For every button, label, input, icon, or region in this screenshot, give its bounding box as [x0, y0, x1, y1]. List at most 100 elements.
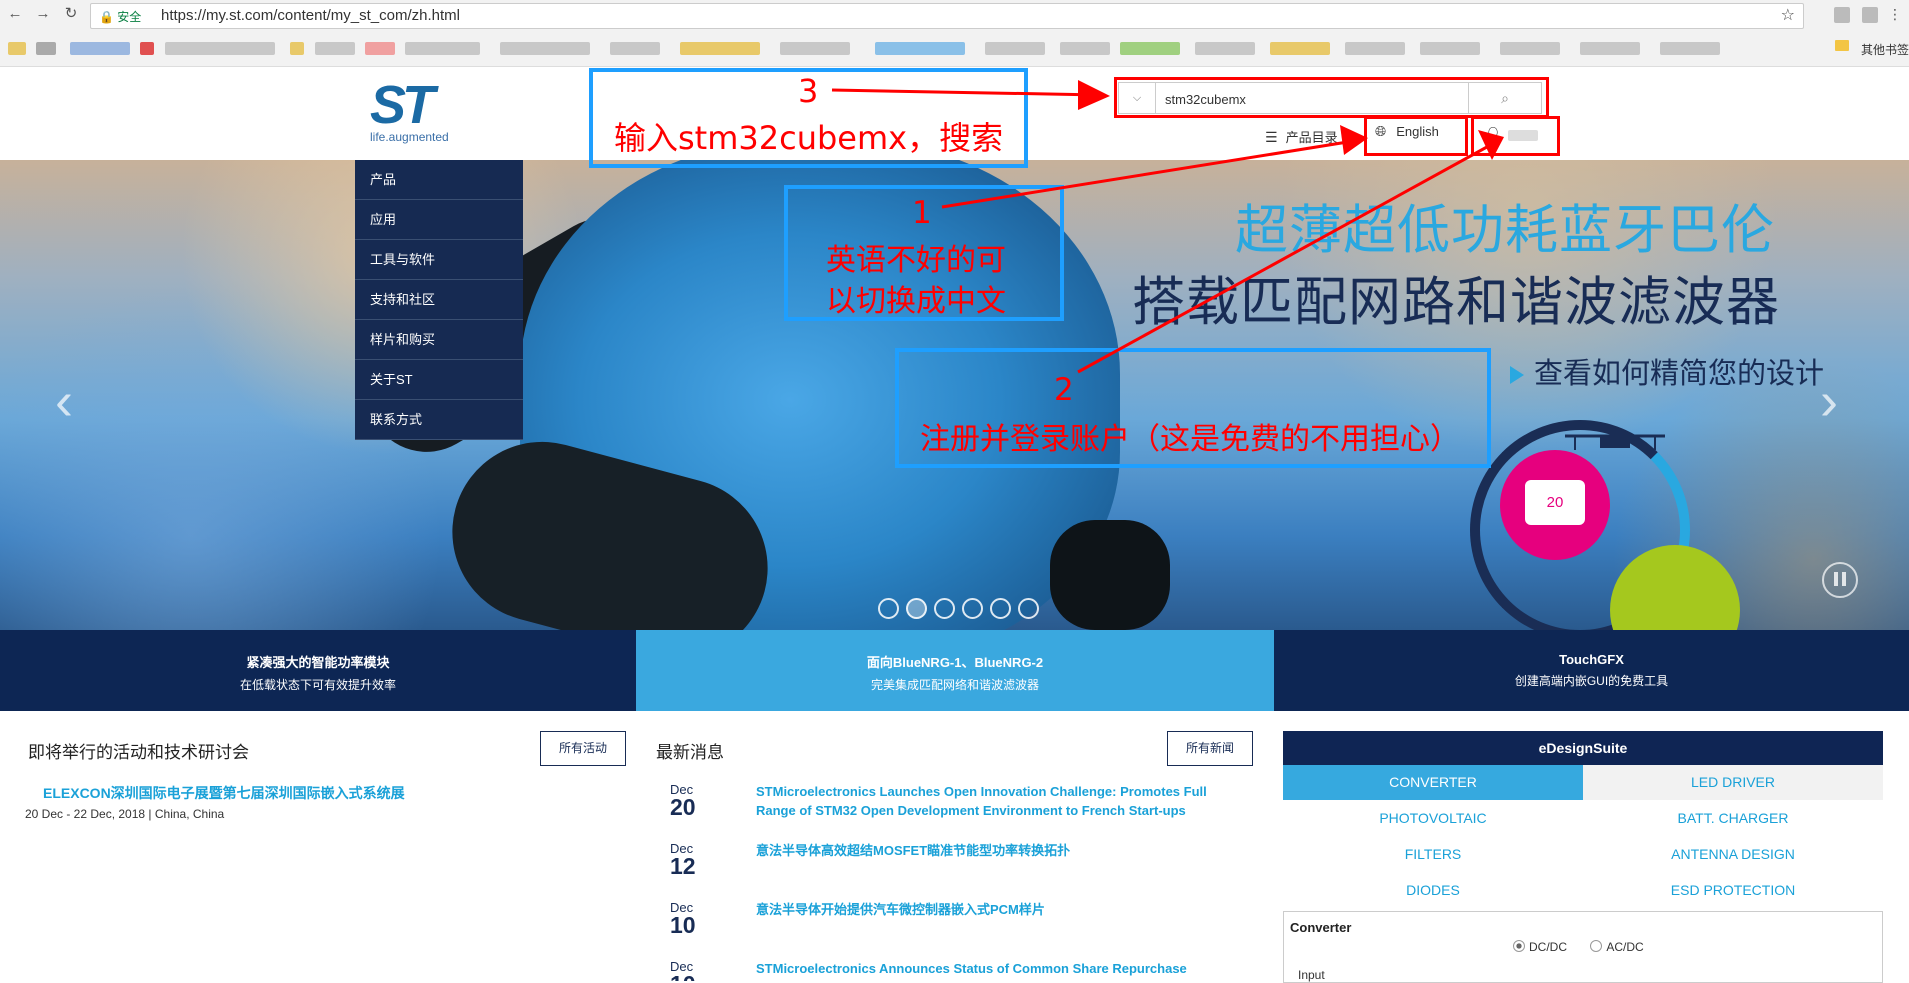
- annotation-language-highlight: [1364, 116, 1468, 156]
- tab-converter[interactable]: CONVERTER: [1283, 765, 1583, 800]
- carousel-dot[interactable]: [906, 598, 927, 619]
- bookmark-item[interactable]: [985, 42, 1045, 55]
- carousel-dot[interactable]: [934, 598, 955, 619]
- st-logo[interactable]: ST life.augmented: [370, 75, 470, 146]
- sliders-icon: ☰: [1265, 129, 1278, 145]
- event-link[interactable]: ELEXCON深圳国际电子展暨第七届深圳国际嵌入式系统展: [43, 783, 405, 803]
- event-meta: 20 Dec - 22 Dec, 2018 | China, China: [25, 807, 225, 821]
- edesignsuite-panel: eDesignSuite CONVERTER LED DRIVER PHOTOV…: [1283, 731, 1883, 983]
- bookmark-item[interactable]: [1500, 42, 1560, 55]
- bookmark-item[interactable]: [1345, 42, 1405, 55]
- bookmarks-bar: [0, 36, 1909, 62]
- bookmark-item[interactable]: [680, 42, 760, 55]
- bookmark-star-icon[interactable]: ☆: [1781, 5, 1795, 25]
- carousel-dot[interactable]: [990, 598, 1011, 619]
- bookmark-item[interactable]: [8, 42, 26, 55]
- news-link[interactable]: STMicroelectronics Launches Open Innovat…: [756, 782, 1216, 820]
- back-icon[interactable]: ←: [6, 5, 24, 23]
- logo-tagline: life.augmented: [370, 130, 449, 144]
- bookmark-item[interactable]: [1270, 42, 1330, 55]
- annotation-step3-text: 输入stm32cubemx，搜索: [614, 119, 1004, 157]
- news-day: 20: [670, 794, 696, 820]
- promo-subtitle: 创建高端内嵌GUI的免费工具: [1514, 674, 1669, 688]
- bookmark-item[interactable]: [1420, 42, 1480, 55]
- url-text[interactable]: https://my.st.com/content/my_st_com/zh.h…: [161, 7, 460, 24]
- other-bookmarks[interactable]: 其他书签: [1861, 41, 1909, 58]
- extension-icon[interactable]: [1834, 7, 1850, 23]
- carousel-prev-button[interactable]: ‹: [55, 370, 73, 432]
- bookmark-item[interactable]: [315, 42, 355, 55]
- tab-photovoltaic[interactable]: PHOTOVOLTAIC: [1283, 801, 1583, 836]
- events-heading: 即将举行的活动和技术研讨会: [28, 743, 249, 762]
- menu-item-tools[interactable]: 工具与软件: [355, 240, 523, 280]
- news-heading: 最新消息: [656, 743, 724, 762]
- tab-batt-charger[interactable]: BATT. CHARGER: [1583, 801, 1883, 836]
- bookmark-item[interactable]: [1195, 42, 1255, 55]
- bookmark-item[interactable]: [365, 42, 395, 55]
- carousel-dot[interactable]: [962, 598, 983, 619]
- menu-item-contact[interactable]: 联系方式: [355, 400, 523, 440]
- pink-device-graphic: 20: [1500, 450, 1610, 560]
- converter-type-radios: DC/DC AC/DC: [1513, 940, 1644, 954]
- bookmark-item[interactable]: [140, 42, 154, 55]
- all-news-button[interactable]: 所有新闻: [1167, 731, 1253, 766]
- catalog-label: 产品目录: [1285, 130, 1338, 145]
- bookmark-item[interactable]: [1060, 42, 1110, 55]
- forward-icon[interactable]: →: [34, 5, 52, 23]
- extension-icon[interactable]: [1862, 7, 1878, 23]
- tab-antenna-design[interactable]: ANTENNA DESIGN: [1583, 837, 1883, 872]
- menu-item-samples[interactable]: 样片和购买: [355, 320, 523, 360]
- carousel-next-button[interactable]: ›: [1820, 370, 1838, 432]
- news-link[interactable]: 意法半导体高效超结MOSFET瞄准节能型功率转换拓扑: [756, 841, 1216, 860]
- bookmark-item[interactable]: [500, 42, 590, 55]
- all-events-button[interactable]: 所有活动: [540, 731, 626, 766]
- menu-item-support[interactable]: 支持和社区: [355, 280, 523, 320]
- st-logo-mark: ST: [370, 75, 435, 135]
- bookmark-item[interactable]: [875, 42, 965, 55]
- menu-item-about[interactable]: 关于ST: [355, 360, 523, 400]
- promo-card[interactable]: 紧凑强大的智能功率模块 在低载状态下可有效提升效率: [0, 630, 636, 711]
- bookmark-item[interactable]: [1580, 42, 1640, 55]
- promo-card[interactable]: 面向BlueNRG-1、BlueNRG-2 完美集成匹配网络和谐波滤波器: [636, 630, 1274, 711]
- news-item: Dec 12 意法半导体高效超结MOSFET瞄准节能型功率转换拓扑: [656, 841, 1216, 881]
- radio-acdc-label: AC/DC: [1606, 940, 1644, 954]
- bookmark-item[interactable]: [1660, 42, 1720, 55]
- promo-title: 面向BlueNRG-1、BlueNRG-2: [866, 655, 1044, 670]
- news-link[interactable]: STMicroelectronics Announces Status of C…: [756, 959, 1216, 978]
- news-link[interactable]: 意法半导体开始提供汽车微控制器嵌入式PCM样片: [756, 900, 1216, 919]
- radio-dcdc[interactable]: DC/DC: [1513, 940, 1567, 954]
- news-day: 12: [670, 853, 696, 879]
- bookmark-item[interactable]: [165, 42, 275, 55]
- play-triangle-icon: [1510, 366, 1524, 385]
- annotation-account-highlight: [1471, 116, 1560, 156]
- carousel-dot[interactable]: [878, 598, 899, 619]
- carousel-dot[interactable]: [1018, 598, 1039, 619]
- promo-card[interactable]: TouchGFX 创建高端内嵌GUI的免费工具: [1274, 630, 1909, 711]
- bookmark-item[interactable]: [70, 42, 130, 55]
- bookmark-item[interactable]: [290, 42, 304, 55]
- promo-bar: 紧凑强大的智能功率模块 在低载状态下可有效提升效率 面向BlueNRG-1、Bl…: [0, 630, 1909, 711]
- address-bar[interactable]: 🔒 安全 https://my.st.com/content/my_st_com…: [90, 3, 1804, 29]
- input-label: Input: [1298, 968, 1325, 982]
- promo-title: TouchGFX: [1559, 652, 1624, 667]
- hero-cta-link[interactable]: 查看如何精简您的设计: [1510, 350, 1824, 392]
- bookmark-item[interactable]: [610, 42, 660, 55]
- bookmark-item[interactable]: [36, 42, 56, 55]
- menu-item-products[interactable]: 产品: [355, 160, 523, 200]
- bookmark-item[interactable]: [405, 42, 480, 55]
- secure-lock-label: 🔒 安全: [99, 10, 142, 24]
- menu-item-applications[interactable]: 应用: [355, 200, 523, 240]
- radio-acdc[interactable]: AC/DC: [1590, 940, 1644, 954]
- tab-led-driver[interactable]: LED DRIVER: [1583, 765, 1883, 800]
- reload-icon[interactable]: ↻: [62, 5, 80, 23]
- bookmark-item[interactable]: [780, 42, 850, 55]
- tab-diodes[interactable]: DIODES: [1283, 873, 1583, 908]
- converter-label: Converter: [1290, 920, 1352, 935]
- product-catalog-link[interactable]: ☰ 产品目录: [1265, 127, 1338, 146]
- tab-filters[interactable]: FILTERS: [1283, 837, 1583, 872]
- menu-icon[interactable]: ⋮: [1886, 5, 1904, 23]
- bookmark-item[interactable]: [1120, 42, 1180, 55]
- tab-esd-protection[interactable]: ESD PROTECTION: [1583, 873, 1883, 908]
- carousel-pause-button[interactable]: [1822, 562, 1858, 598]
- news-day: 10: [670, 971, 696, 981]
